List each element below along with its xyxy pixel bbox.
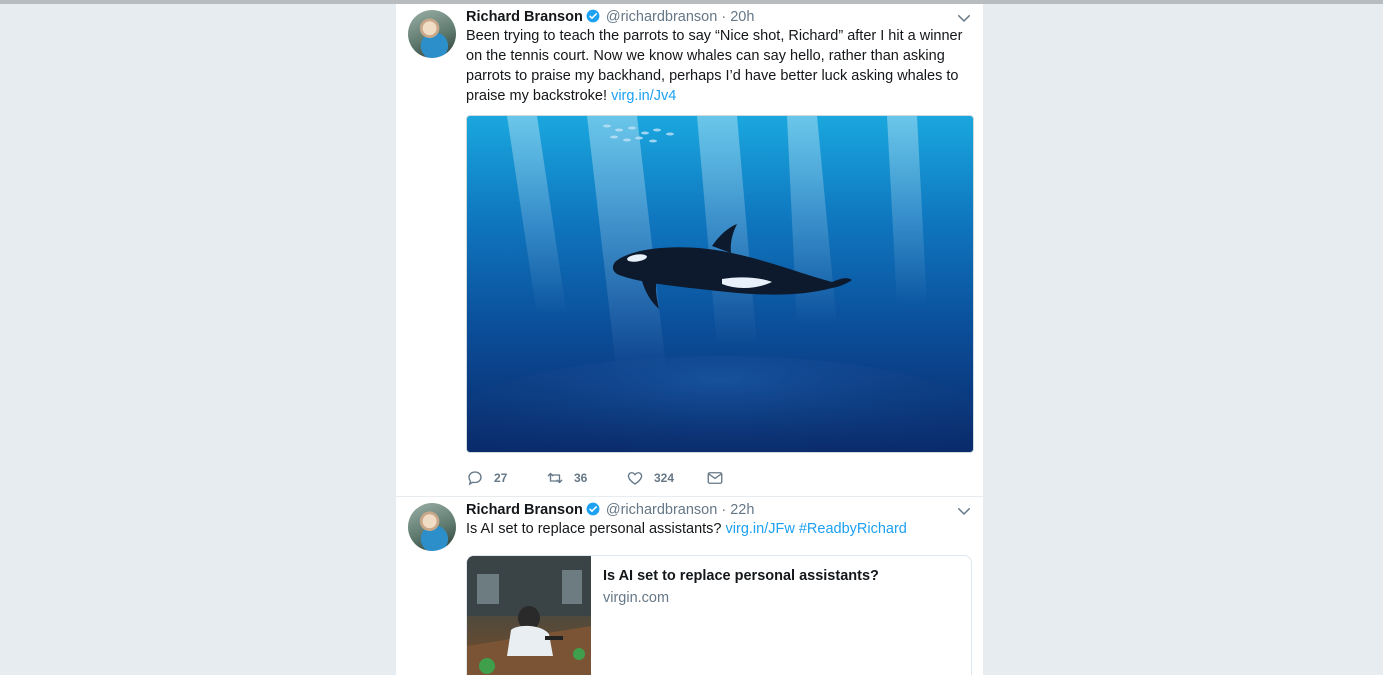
tweet[interactable]: Richard Branson @richardbranson · 22h Is… (396, 497, 983, 675)
separator: · (721, 502, 727, 518)
tweet-header: Richard Branson @richardbranson · 20h (466, 7, 936, 27)
like-count: 324 (654, 471, 675, 485)
chevron-down-icon[interactable] (955, 502, 973, 520)
tweet-body: Is AI set to replace personal assistants… (466, 521, 726, 537)
tweet-link[interactable]: virg.in/Jv4 (611, 88, 676, 104)
tweet-actions: 27 36 324 (466, 468, 766, 488)
author-handle[interactable]: @richardbranson (606, 9, 717, 25)
avatar[interactable] (408, 503, 456, 551)
card-thumbnail (467, 556, 591, 675)
link-card[interactable]: Is AI set to replace personal assistants… (466, 555, 972, 675)
message-icon (707, 472, 723, 484)
card-title: Is AI set to replace personal assistants… (603, 568, 879, 584)
retweet-icon (547, 472, 563, 484)
verified-icon (586, 502, 600, 516)
reply-button[interactable]: 27 (466, 468, 507, 488)
orca-illustration (467, 116, 973, 452)
like-icon (627, 472, 643, 485)
author-name[interactable]: Richard Branson (466, 9, 583, 25)
reply-count: 27 (494, 471, 508, 485)
reply-icon (468, 471, 482, 486)
tweet-link[interactable]: virg.in/JFw (726, 521, 795, 537)
author-handle[interactable]: @richardbranson (606, 502, 717, 518)
tweet-image[interactable] (466, 115, 974, 453)
retweet-button[interactable]: 36 (546, 468, 587, 488)
tweet-time[interactable]: 22h (730, 502, 754, 518)
author-name[interactable]: Richard Branson (466, 502, 583, 518)
timeline: Richard Branson @richardbranson · 20h Be… (396, 4, 983, 675)
card-domain: virgin.com (603, 590, 670, 606)
office-photo (467, 556, 591, 675)
message-button[interactable] (706, 468, 734, 488)
like-button[interactable]: 324 (626, 468, 674, 488)
chevron-down-icon[interactable] (955, 9, 973, 27)
hashtag-link[interactable]: #ReadbyRichard (799, 521, 907, 537)
tweet[interactable]: Richard Branson @richardbranson · 20h Be… (396, 4, 983, 497)
verified-icon (586, 9, 600, 23)
tweet-time[interactable]: 20h (730, 9, 754, 25)
separator: · (721, 9, 727, 25)
retweet-count: 36 (574, 471, 588, 485)
tweet-header: Richard Branson @richardbranson · 22h (466, 500, 936, 520)
avatar[interactable] (408, 10, 456, 58)
tweet-text: Is AI set to replace personal assistants… (466, 519, 966, 539)
tweet-body: Been trying to teach the parrots to say … (466, 28, 963, 104)
tweet-text: Been trying to teach the parrots to say … (466, 26, 966, 106)
